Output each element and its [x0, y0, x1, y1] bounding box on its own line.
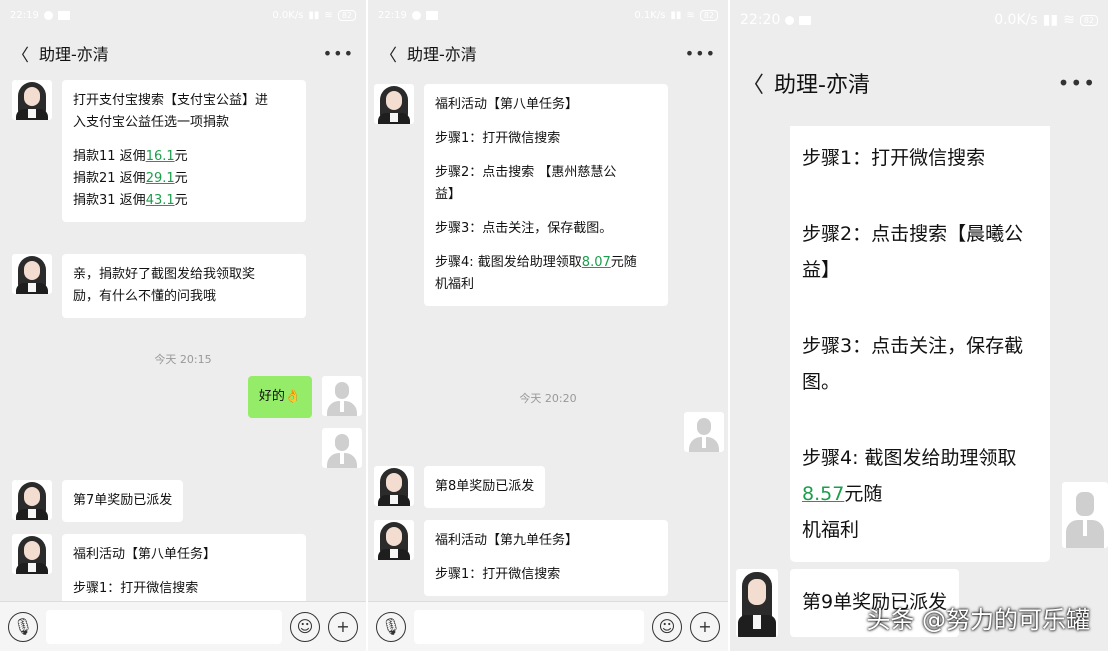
message-bubble[interactable]: 第7单奖励已派发	[62, 480, 184, 522]
message-row-self	[322, 428, 362, 468]
status-time: 22:20	[740, 12, 781, 28]
app-icon	[425, 10, 438, 20]
signal-icon: ▮▮	[308, 9, 320, 21]
emoji-icon[interactable]: ☺	[290, 611, 320, 642]
self-avatar[interactable]	[684, 412, 724, 452]
notification-icon	[43, 10, 53, 20]
message-bubble[interactable]: 福利活动【第八单任务】 步骤1：打开微信搜索 步骤2：点击搜索 【惠州慈慧公 益…	[424, 84, 668, 306]
chat-header: 〈 助理-亦清 •••	[0, 30, 366, 76]
chat-title: 助理-亦清	[774, 73, 870, 98]
wifi-icon: ≋	[1063, 12, 1075, 28]
avatar[interactable]	[12, 80, 52, 120]
message-row-self	[1062, 482, 1108, 548]
message-bubble[interactable]: 福利活动【第九单任务】 步骤1：打开微信搜索	[424, 520, 668, 596]
message-row: 第7单奖励已派发	[12, 480, 184, 522]
message-row: 福利活动【第八单任务】 步骤1：打开微信搜索 步骤2：点击搜索 【惠州慈慧公 益…	[374, 84, 668, 306]
battery-icon: 82	[337, 9, 356, 21]
wifi-icon: ≋	[686, 9, 695, 21]
message-bubble[interactable]: 打开支付宝搜索【支付宝公益】进 入支付宝公益任选一项捐款 捐款11 返佣16.1…	[62, 80, 306, 222]
message-row-self: 好的👌	[247, 376, 362, 418]
amount-link[interactable]: 29.1	[146, 171, 175, 186]
timestamp: 今天 20:15	[154, 353, 212, 366]
more-icon[interactable]: •••	[323, 44, 354, 63]
message-bubble[interactable]: 福利活动【第八单任务】 步骤1：打开微信搜索	[62, 534, 306, 610]
battery-icon: 82	[699, 9, 718, 21]
avatar[interactable]	[12, 254, 52, 294]
notification-icon	[411, 10, 421, 20]
donation-line: 捐款31 返佣43.1元	[73, 193, 188, 208]
message-row: 福利活动【第九单任务】 步骤1：打开微信搜索	[374, 520, 668, 596]
avatar[interactable]	[374, 84, 414, 124]
avatar[interactable]	[12, 480, 52, 520]
status-time: 22:19	[378, 9, 407, 21]
chat-screenshot-3: 22:20 0.0K/s ▮▮ ≋ 82 〈 助理-亦清 ••• 步骤1：打开微信搜索…	[730, 0, 1108, 651]
signal-icon: ▮▮	[670, 9, 682, 21]
back-icon[interactable]: 〈	[380, 41, 397, 66]
self-avatar[interactable]	[1062, 482, 1108, 548]
chat-screenshot-1: 22:19 0.0K/s ▮▮ ≋ 82 〈 助理-亦清 ••• 打开支付宝搜索【支付…	[0, 0, 366, 651]
amount-link[interactable]: 8.57	[802, 483, 844, 505]
message-bubble-self[interactable]: 好的👌	[247, 376, 312, 418]
timestamp: 今天 20:20	[519, 392, 577, 405]
status-bar: 22:19 0.0K/s ▮▮ ≋ 82	[0, 0, 366, 30]
message-row: 福利活动【第八单任务】 步骤1：打开微信搜索	[12, 534, 306, 610]
self-avatar[interactable]	[322, 428, 362, 468]
plus-icon[interactable]: +	[690, 611, 720, 642]
signal-icon: ▮▮	[1042, 12, 1059, 28]
self-avatar[interactable]	[322, 376, 362, 416]
message-bubble[interactable]: 步骤1：打开微信搜索 步骤2：点击搜索【晨曦公益】 步骤3：点击关注，保存截图。…	[790, 126, 1050, 562]
message-row: 亲，捐款好了截图发给我领取奖 励，有什么不懂的问我哦	[12, 254, 306, 318]
chat-header: 〈 助理-亦清 •••	[368, 30, 728, 76]
message-bubble[interactable]: 亲，捐款好了截图发给我领取奖 励，有什么不懂的问我哦	[62, 254, 306, 318]
wifi-icon: ≋	[324, 9, 333, 21]
avatar[interactable]	[736, 569, 778, 637]
network-speed: 0.0K/s	[272, 9, 304, 21]
more-icon[interactable]: •••	[1058, 71, 1096, 95]
message-row: 打开支付宝搜索【支付宝公益】进 入支付宝公益任选一项捐款 捐款11 返佣16.1…	[12, 80, 306, 222]
more-icon[interactable]: •••	[685, 44, 716, 63]
back-icon[interactable]: 〈	[12, 41, 29, 66]
chat-screenshot-2: 22:19 0.1K/s ▮▮ ≋ 82 〈 助理-亦清 ••• 福利活动【第八单任务…	[368, 0, 728, 651]
message-row-self	[684, 412, 724, 452]
emoji-icon[interactable]: ☺	[652, 611, 682, 642]
battery-icon: 82	[1079, 14, 1098, 26]
avatar[interactable]	[374, 466, 414, 506]
message-row: 第8单奖励已派发	[374, 466, 546, 508]
input-bar: 🎙 ☺ +	[0, 601, 366, 651]
amount-link[interactable]: 43.1	[146, 193, 175, 208]
voice-icon[interactable]: 🎙	[376, 611, 406, 642]
status-bar: 22:19 0.1K/s ▮▮ ≋ 82	[368, 0, 728, 30]
plus-icon[interactable]: +	[328, 611, 358, 642]
donation-line: 捐款11 返佣16.1元	[73, 149, 188, 164]
message-input[interactable]	[46, 609, 282, 644]
input-bar: 🎙 ☺ +	[368, 601, 728, 651]
back-icon[interactable]: 〈	[742, 67, 764, 99]
message-input[interactable]	[414, 609, 644, 644]
avatar[interactable]	[374, 520, 414, 560]
avatar[interactable]	[12, 534, 52, 574]
donation-line: 捐款21 返佣29.1元	[73, 171, 188, 186]
network-speed: 0.0K/s	[994, 12, 1038, 28]
voice-icon[interactable]: 🎙	[8, 611, 38, 642]
chat-title: 助理-亦清	[407, 45, 477, 64]
status-bar: 22:20 0.0K/s ▮▮ ≋ 82	[730, 0, 1108, 40]
amount-link[interactable]: 8.07	[582, 255, 611, 270]
amount-link[interactable]: 16.1	[146, 149, 175, 164]
network-speed: 0.1K/s	[634, 9, 666, 21]
app-icon	[799, 15, 812, 25]
message-row: 步骤1：打开微信搜索 步骤2：点击搜索【晨曦公益】 步骤3：点击关注，保存截图。…	[790, 126, 1050, 562]
notification-icon	[785, 15, 795, 25]
status-time: 22:19	[10, 9, 39, 21]
watermark: 头条 @努力的可乐罐	[866, 606, 1090, 634]
message-bubble[interactable]: 第8单奖励已派发	[424, 466, 546, 508]
chat-title: 助理-亦清	[39, 45, 109, 64]
app-icon	[57, 10, 70, 20]
chat-header: 〈 助理-亦清 •••	[730, 40, 1108, 126]
